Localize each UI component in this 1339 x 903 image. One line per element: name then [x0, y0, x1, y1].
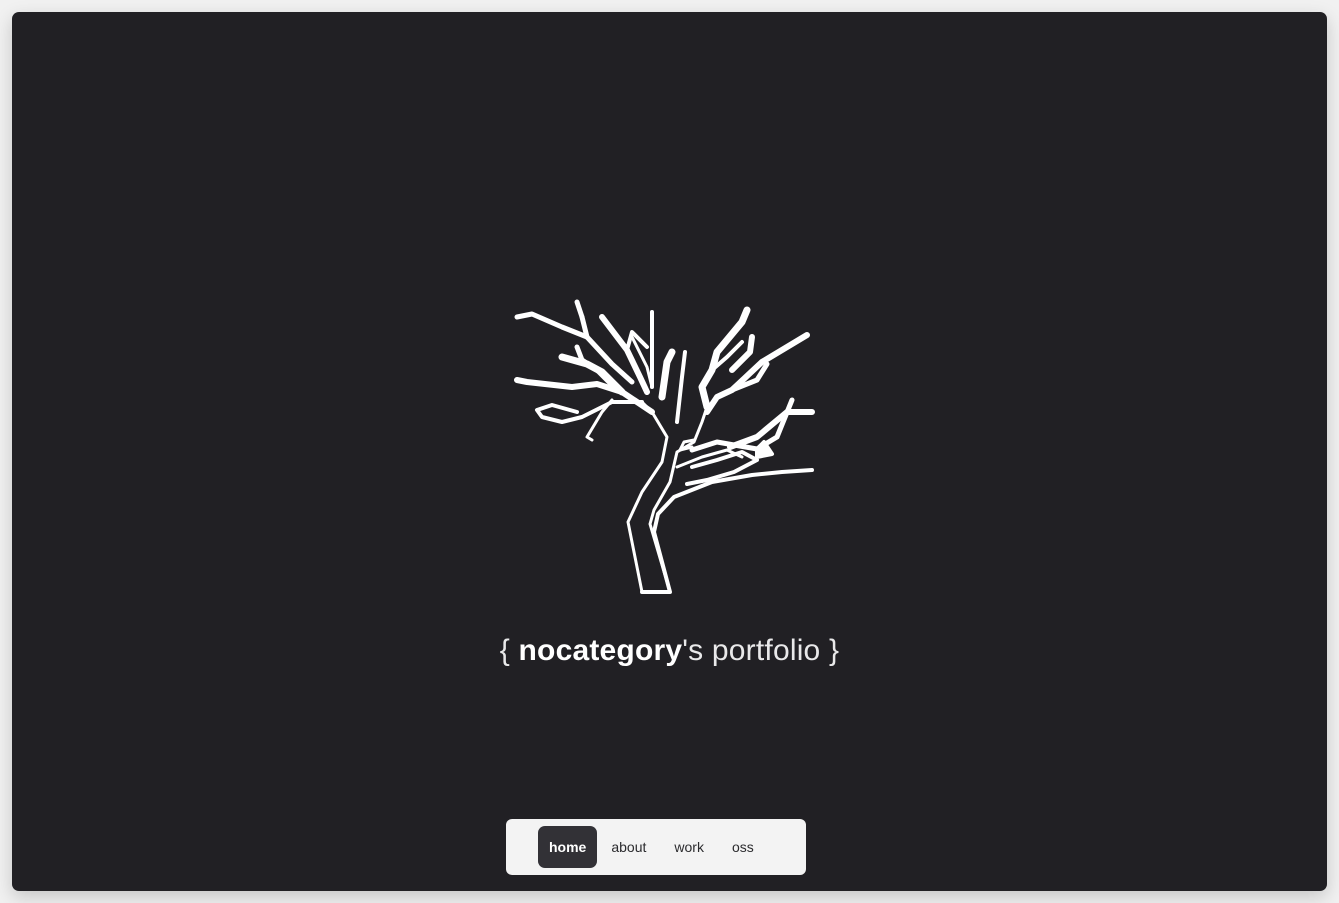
page-frame: { nocategory's portfolio } home about wo… — [12, 12, 1327, 891]
title-name: nocategory — [518, 634, 683, 667]
tree-logo-icon — [514, 299, 815, 594]
nav-item-work[interactable]: work — [660, 826, 718, 868]
title-suffix: 's portfolio — [682, 634, 821, 667]
nav-item-home[interactable]: home — [538, 826, 598, 868]
title-open-brace: { — [499, 634, 510, 667]
nav-item-about[interactable]: about — [597, 826, 660, 868]
bottom-nav: home about work oss — [506, 819, 806, 875]
title-close-brace: } — [829, 634, 840, 667]
page-title: { nocategory's portfolio } — [12, 634, 1327, 668]
nav-item-oss[interactable]: oss — [718, 826, 768, 868]
